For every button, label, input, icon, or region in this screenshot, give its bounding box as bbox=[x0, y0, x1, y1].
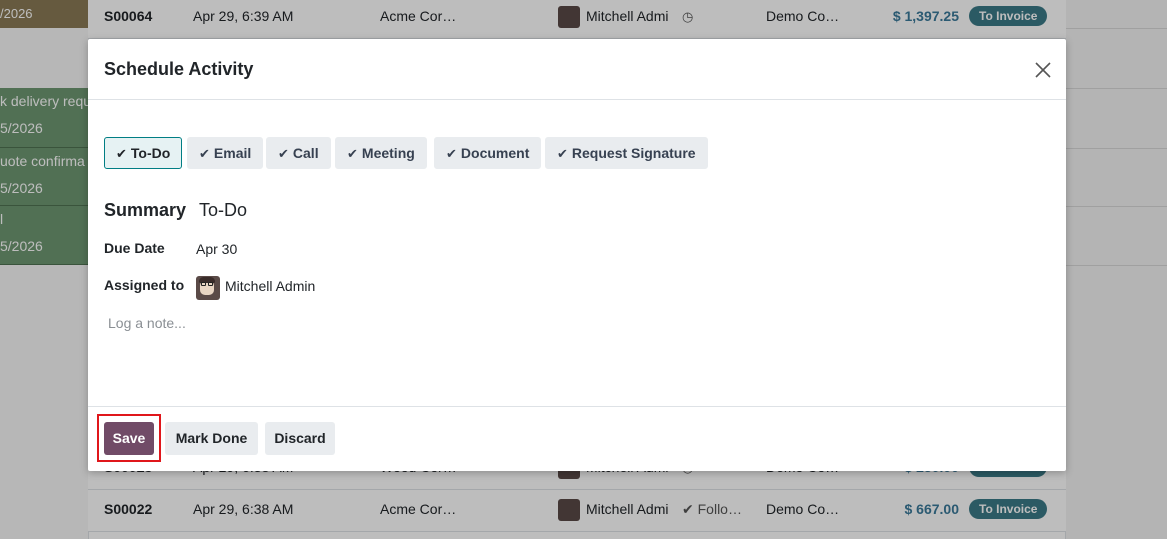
schedule-activity-dialog: Schedule Activity ✔ To-Do ✔ Email ✔ Call ✔ M… bbox=[88, 39, 1066, 471]
activity-type-label: Meeting bbox=[361, 145, 415, 161]
due-date-field[interactable]: Apr 30 bbox=[196, 241, 237, 257]
note-input[interactable]: Log a note... bbox=[108, 315, 186, 331]
check-icon: ✔ bbox=[199, 146, 210, 161]
check-icon: ✔ bbox=[446, 146, 457, 161]
activity-type-label: Call bbox=[292, 145, 319, 161]
discard-button[interactable]: Discard bbox=[265, 422, 335, 455]
activity-type-label: Request Signature bbox=[571, 145, 696, 161]
activity-type-email[interactable]: ✔ Email bbox=[187, 137, 264, 169]
check-icon: ✔ bbox=[347, 146, 358, 161]
activity-type-request-signature[interactable]: ✔ Request Signature bbox=[545, 137, 708, 169]
check-icon: ✔ bbox=[557, 146, 568, 161]
assigned-to-field[interactable]: Mitchell Admin bbox=[225, 278, 315, 294]
summary-label: Summary bbox=[104, 200, 187, 220]
avatar bbox=[196, 276, 220, 300]
check-icon: ✔ bbox=[278, 146, 289, 161]
summary-input[interactable]: To-Do bbox=[199, 200, 247, 221]
activity-type-label: Email bbox=[213, 145, 252, 161]
modal-title: Schedule Activity bbox=[104, 59, 254, 79]
activity-type-label: To-Do bbox=[130, 145, 171, 161]
activity-type-todo[interactable]: ✔ To-Do bbox=[104, 137, 183, 169]
activity-type-document[interactable]: ✔ Document bbox=[434, 137, 542, 169]
activity-type-call[interactable]: ✔ Call bbox=[266, 137, 331, 169]
save-button[interactable]: Save bbox=[104, 422, 154, 455]
modal-footer: Save Mark Done Discard bbox=[88, 406, 1066, 471]
modal-header: Schedule Activity bbox=[88, 39, 1066, 100]
check-icon: ✔ bbox=[116, 146, 127, 161]
due-date-label: Due Date bbox=[104, 240, 165, 256]
close-icon[interactable] bbox=[1032, 59, 1054, 81]
mark-done-button[interactable]: Mark Done bbox=[165, 422, 258, 455]
activity-type-meeting[interactable]: ✔ Meeting bbox=[335, 137, 427, 169]
assigned-to-label: Assigned to bbox=[104, 277, 185, 293]
activity-type-label: Document bbox=[460, 145, 530, 161]
